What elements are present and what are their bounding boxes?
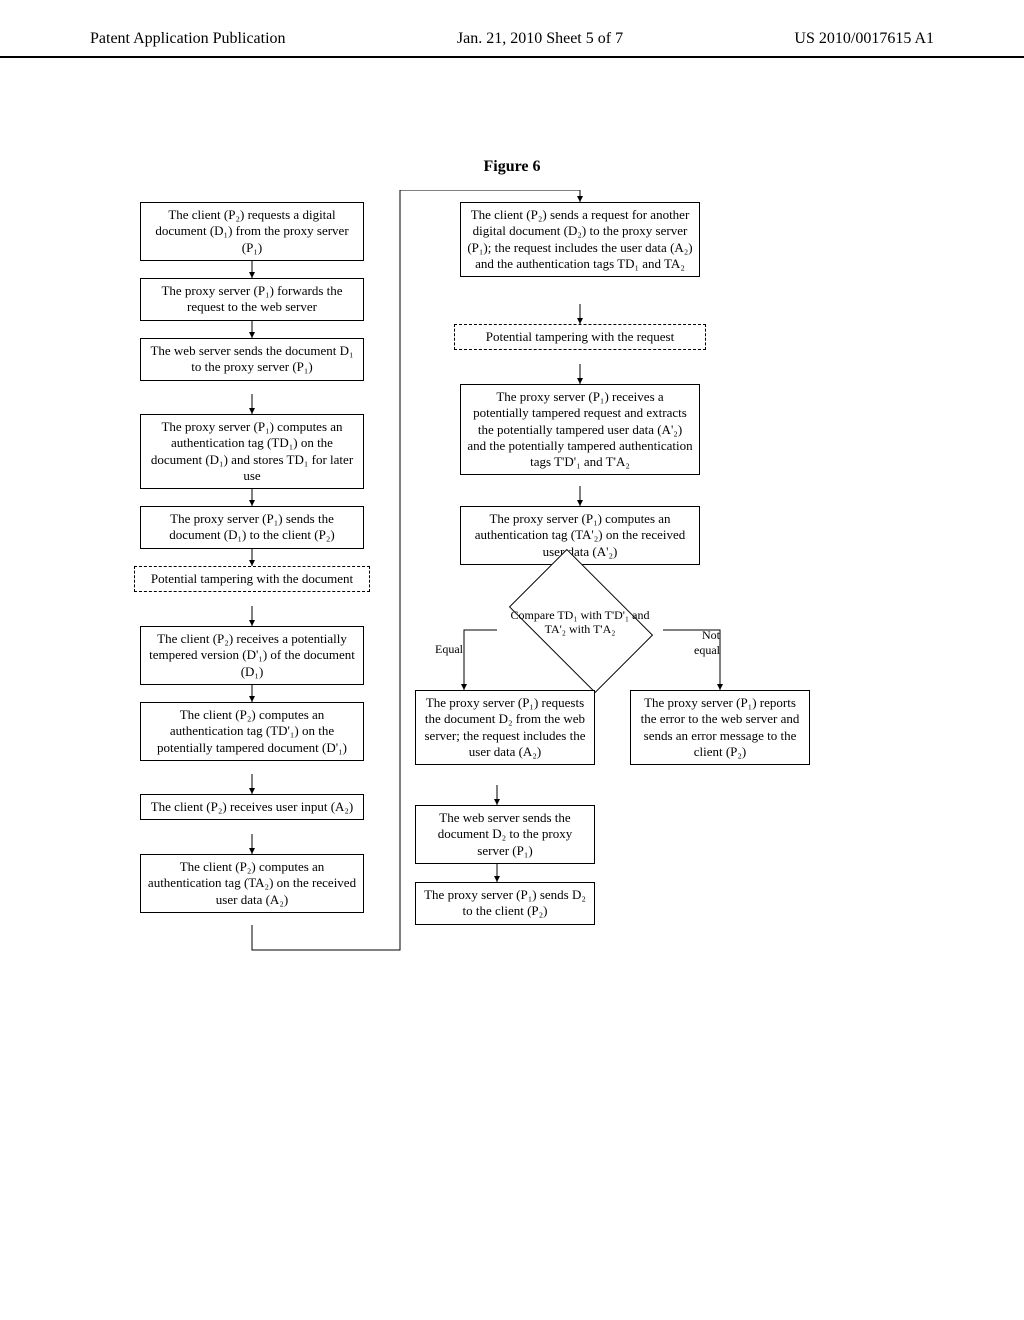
label-not-equal: Not equal [680, 628, 720, 658]
step-client-sends-request-d2: The client (P₂) sends a request for anot… [460, 202, 700, 277]
step-webserver-sends-d1: The web server sends the document D₁ to … [140, 338, 364, 381]
step-tamper-document: Potential tampering with the document [134, 566, 370, 592]
header-center: Jan. 21, 2010 Sheet 5 of 7 [457, 30, 623, 48]
step-proxy-computes-td1: The proxy server (P₁) computes an authen… [140, 414, 364, 489]
figure-title: Figure 6 [0, 158, 1024, 176]
step-proxy-sends-d2: The proxy server (P₁) sends D₂ to the cl… [415, 882, 595, 925]
step-tamper-request: Potential tampering with the request [454, 324, 706, 350]
label-equal: Equal [435, 642, 463, 657]
header-right: US 2010/0017615 A1 [794, 30, 934, 48]
flowchart-canvas: The client (P₂) requests a digital docum… [0, 190, 1024, 1230]
page-header: Patent Application Publication Jan. 21, … [0, 0, 1024, 58]
step-client-receives-tampered: The client (P₂) receives a potentially t… [140, 626, 364, 685]
step-proxy-requests-d2: The proxy server (P₁) requests the docum… [415, 690, 595, 765]
step-client-computes-td1p: The client (P₂) computes an authenticati… [140, 702, 364, 761]
step-proxy-computes-ta2p: The proxy server (P₁) computes an authen… [460, 506, 700, 565]
step-client-requests: The client (P₂) requests a digital docum… [140, 202, 364, 261]
step-proxy-forwards: The proxy server (P₁) forwards the reque… [140, 278, 364, 321]
step-proxy-reports-error: The proxy server (P₁) reports the error … [630, 690, 810, 765]
step-client-user-input: The client (P₂) receives user input (A₂) [140, 794, 364, 820]
step-client-computes-ta2: The client (P₂) computes an authenticati… [140, 854, 364, 913]
step-proxy-sends-d1: The proxy server (P₁) sends the document… [140, 506, 364, 549]
decision-compare: Compare TD₁ with T'D'₁ and TA'₂ with T'A… [500, 590, 660, 670]
step-proxy-receives-tampered: The proxy server (P₁) receives a potenti… [460, 384, 700, 475]
decision-text: Compare TD₁ with T'D'₁ and TA'₂ with T'A… [500, 608, 660, 637]
step-webserver-sends-d2: The web server sends the document D₂ to … [415, 805, 595, 864]
header-left: Patent Application Publication [90, 30, 286, 48]
